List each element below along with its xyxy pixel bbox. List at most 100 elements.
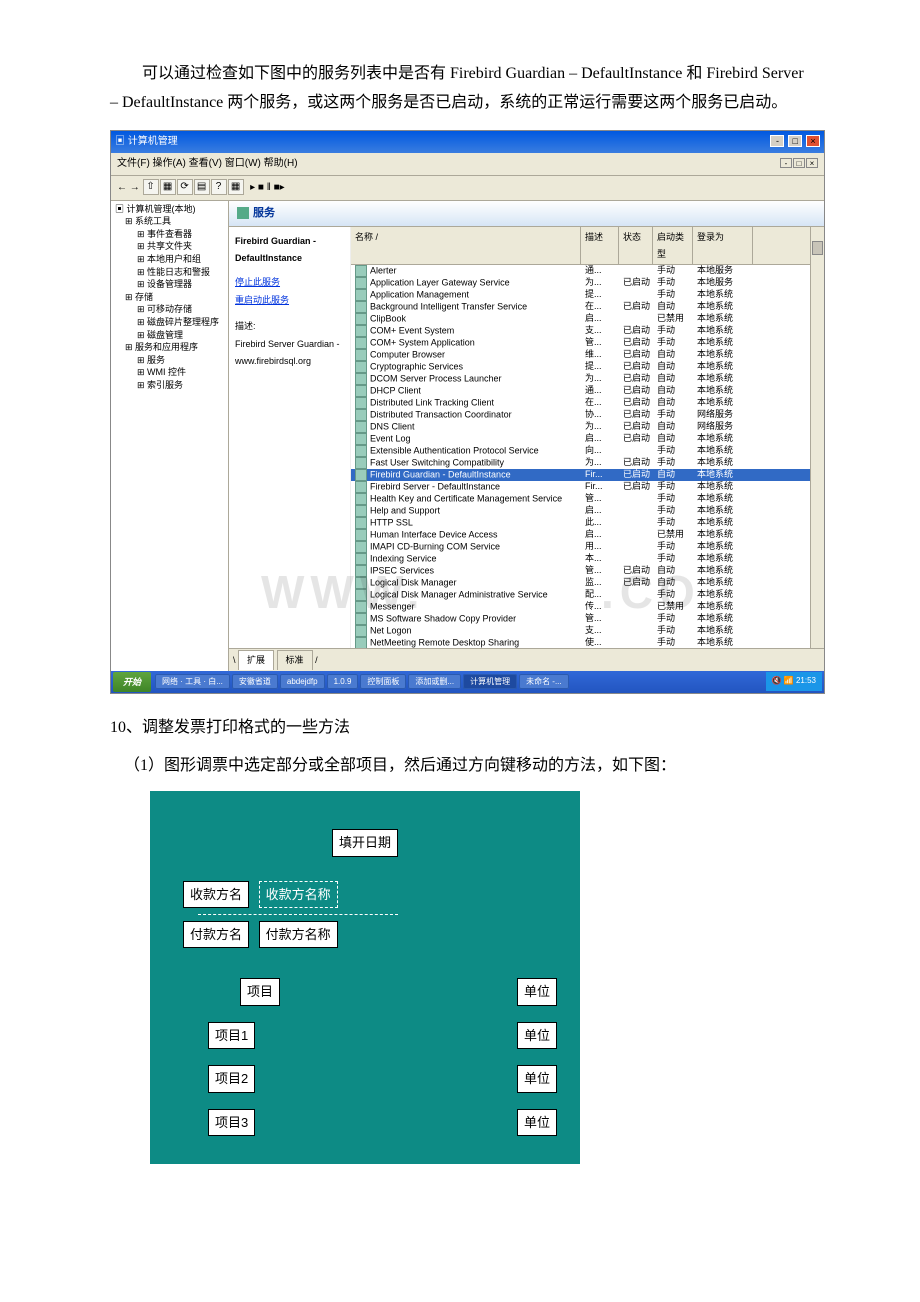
- service-row[interactable]: IPSEC Services管...已启动自动本地系统: [351, 565, 810, 577]
- payer-full-field[interactable]: 付款方名称: [259, 921, 338, 948]
- unit2-field[interactable]: 单位: [517, 1065, 557, 1092]
- dashed-divider: [198, 914, 398, 915]
- tree-node[interactable]: ⊞ 系统工具: [113, 215, 226, 228]
- service-row[interactable]: DCOM Server Process Launcher为...已启动自动本地系…: [351, 373, 810, 385]
- taskbar-task[interactable]: 控制面板: [360, 674, 406, 689]
- service-row[interactable]: Application Layer Gateway Service为...已启动…: [351, 277, 810, 289]
- unit3-field[interactable]: 单位: [517, 1109, 557, 1136]
- restart-link[interactable]: 重启动此服务: [235, 292, 344, 308]
- service-row[interactable]: Firebird Guardian - DefaultInstanceFir..…: [351, 469, 810, 481]
- col-status[interactable]: 状态: [619, 227, 653, 263]
- tree-node[interactable]: ⊞ 存储: [113, 291, 226, 304]
- subsection-1: （1）图形调票中选定部分或全部项目，然后通过方向键移动的方法，如下图：: [124, 752, 810, 781]
- service-row[interactable]: Application Management提...手动本地系统: [351, 289, 810, 301]
- service-row[interactable]: IMAPI CD-Burning COM Service用...手动本地系统: [351, 541, 810, 553]
- col-logon[interactable]: 登录为: [693, 227, 753, 263]
- taskbar-task[interactable]: 网络 · 工具 · 白...: [155, 674, 230, 689]
- gear-icon: [237, 207, 249, 219]
- tree-node[interactable]: ⊞ 事件查看器: [113, 228, 226, 241]
- fill-date-field[interactable]: 填开日期: [332, 829, 398, 856]
- service-row[interactable]: Logical Disk Manager监...已启动自动本地系统: [351, 577, 810, 589]
- tab-standard[interactable]: 标准: [277, 650, 313, 669]
- service-row[interactable]: Messenger传...已禁用本地系统: [351, 601, 810, 613]
- tree-node[interactable]: ⊞ 服务和应用程序: [113, 341, 226, 354]
- tree-node[interactable]: ▣ 计算机管理(本地): [113, 203, 226, 216]
- taskbar-task[interactable]: 安徽省道: [232, 674, 278, 689]
- taskbar-task[interactable]: abdejdfp: [280, 674, 325, 689]
- taskbar-task[interactable]: 计算机管理: [463, 674, 517, 689]
- stop-link[interactable]: 停止此服务: [235, 274, 344, 290]
- scrollbar[interactable]: [810, 227, 824, 648]
- invoice-layout-screenshot: 填开日期 收款方名 收款方名称 付款方名 付款方名称 项目单位 项目1单位 项目…: [150, 791, 580, 1164]
- service-row[interactable]: Logical Disk Manager Administrative Serv…: [351, 589, 810, 601]
- up-icon[interactable]: ⇧: [143, 179, 159, 195]
- col-startup[interactable]: 启动类型: [653, 227, 693, 263]
- system-tray[interactable]: 🔇 📶 21:53: [766, 672, 822, 690]
- tree-node[interactable]: ⊞ 共享文件夹: [113, 240, 226, 253]
- tree-node[interactable]: ⊞ 本地用户和组: [113, 253, 226, 266]
- tree-node[interactable]: ⊞ 索引服务: [113, 379, 226, 392]
- help-icon[interactable]: ?: [211, 179, 227, 195]
- tree-node[interactable]: ⊞ 设备管理器: [113, 278, 226, 291]
- view-icon[interactable]: ▦: [228, 179, 244, 195]
- col-name[interactable]: 名称 /: [351, 227, 581, 263]
- unit-header[interactable]: 单位: [517, 978, 557, 1005]
- taskbar-task[interactable]: 未命名 -...: [519, 674, 569, 689]
- service-row[interactable]: Net Logon支...手动本地系统: [351, 625, 810, 637]
- service-row[interactable]: MS Software Shadow Copy Provider管...手动本地…: [351, 613, 810, 625]
- service-row[interactable]: ClipBook启...已禁用本地系统: [351, 313, 810, 325]
- services-table: 名称 / 描述 状态 启动类型 登录为 Alerter通...手动本地服务App…: [351, 227, 810, 648]
- service-row[interactable]: Distributed Transaction Coordinator协...已…: [351, 409, 810, 421]
- service-row[interactable]: Alerter通...手动本地服务: [351, 265, 810, 277]
- service-row[interactable]: COM+ Event System支...已启动手动本地系统: [351, 325, 810, 337]
- payer-name-field[interactable]: 付款方名: [183, 921, 249, 948]
- export-icon[interactable]: ▤: [194, 179, 210, 195]
- service-row[interactable]: DNS Client为...已启动自动网络服务: [351, 421, 810, 433]
- service-row[interactable]: Human Interface Device Access启...已禁用本地系统: [351, 529, 810, 541]
- close-icon[interactable]: ×: [806, 135, 820, 147]
- service-row[interactable]: Computer Browser维...已启动自动本地系统: [351, 349, 810, 361]
- item2-field[interactable]: 项目2: [208, 1065, 255, 1092]
- service-row[interactable]: Distributed Link Tracking Client在...已启动自…: [351, 397, 810, 409]
- payee-full-field[interactable]: 收款方名称: [259, 881, 338, 908]
- service-row[interactable]: Extensible Authentication Protocol Servi…: [351, 445, 810, 457]
- tab-extended[interactable]: 扩展: [238, 650, 274, 669]
- tree-node[interactable]: ⊞ WMI 控件: [113, 366, 226, 379]
- menu-items[interactable]: 文件(F) 操作(A) 查看(V) 窗口(W) 帮助(H): [117, 155, 298, 173]
- item1-field[interactable]: 项目1: [208, 1022, 255, 1049]
- service-row[interactable]: Fast User Switching Compatibility为...已启动…: [351, 457, 810, 469]
- service-row[interactable]: Cryptographic Services提...已启动自动本地系统: [351, 361, 810, 373]
- tree-node[interactable]: ⊞ 磁盘管理: [113, 329, 226, 342]
- service-row[interactable]: Health Key and Certificate Management Se…: [351, 493, 810, 505]
- service-row[interactable]: DHCP Client通...已启动自动本地系统: [351, 385, 810, 397]
- tree-panel[interactable]: ▣ 计算机管理(本地)⊞ 系统工具⊞ 事件查看器⊞ 共享文件夹⊞ 本地用户和组⊞…: [111, 201, 229, 671]
- unit1-field[interactable]: 单位: [517, 1022, 557, 1049]
- service-row[interactable]: Event Log启...已启动自动本地系统: [351, 433, 810, 445]
- item-header[interactable]: 项目: [240, 978, 280, 1005]
- service-detail-panel: Firebird Guardian - DefaultInstance 停止此服…: [229, 227, 351, 648]
- service-row[interactable]: Firebird Server - DefaultInstanceFir...已…: [351, 481, 810, 493]
- payee-name-field[interactable]: 收款方名: [183, 881, 249, 908]
- tree-node[interactable]: ⊞ 服务: [113, 354, 226, 367]
- taskbar-task[interactable]: 1.0.9: [327, 674, 359, 689]
- service-row[interactable]: Help and Support启...手动本地系统: [351, 505, 810, 517]
- refresh-icon[interactable]: ⟳: [177, 179, 193, 195]
- taskbar-task[interactable]: 添加或删...: [408, 674, 461, 689]
- computer-management-screenshot: ▣ 计算机管理 - □ × 文件(F) 操作(A) 查看(V) 窗口(W) 帮助…: [110, 130, 825, 694]
- col-desc[interactable]: 描述: [581, 227, 619, 263]
- item3-field[interactable]: 项目3: [208, 1109, 255, 1136]
- minimize-icon[interactable]: -: [770, 135, 784, 147]
- start-button[interactable]: 开始: [113, 672, 151, 692]
- service-row[interactable]: HTTP SSL此...手动本地系统: [351, 517, 810, 529]
- tree-node[interactable]: ⊞ 磁盘碎片整理程序: [113, 316, 226, 329]
- view-tabs: \ 扩展 标准 /: [229, 648, 824, 670]
- prop-icon[interactable]: ▦: [160, 179, 176, 195]
- maximize-icon[interactable]: □: [788, 135, 802, 147]
- tree-node[interactable]: ⊞ 性能日志和警报: [113, 266, 226, 279]
- service-row[interactable]: NetMeeting Remote Desktop Sharing使...手动本…: [351, 637, 810, 649]
- service-row[interactable]: COM+ System Application管...已启动手动本地系统: [351, 337, 810, 349]
- toolbar: ← → ⇧▦⟳▤?▦ ▸ ■ ‖ ■▸: [111, 176, 824, 201]
- service-row[interactable]: Indexing Service本...手动本地系统: [351, 553, 810, 565]
- service-row[interactable]: Background Intelligent Transfer Service在…: [351, 301, 810, 313]
- tree-node[interactable]: ⊞ 可移动存储: [113, 303, 226, 316]
